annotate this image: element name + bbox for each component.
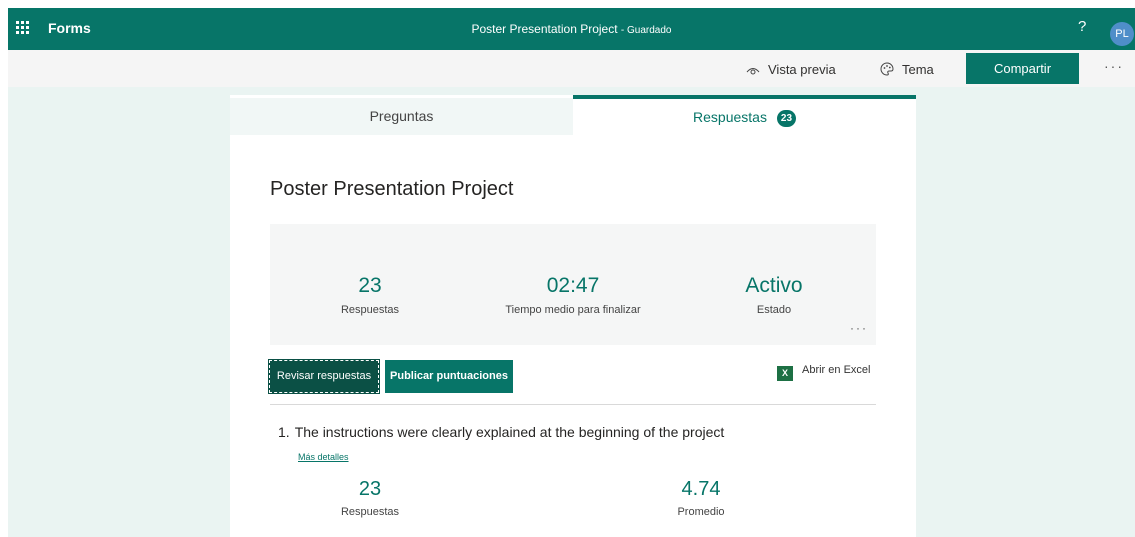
question-number: 1. [278,424,290,440]
question-title: 1. The instructions were clearly explaine… [278,424,724,440]
publish-scores-button[interactable]: Publicar puntuaciones [385,360,513,393]
form-title: Poster Presentation Project [270,178,514,200]
app-header: Forms Poster Presentation Project - Guar… [8,8,1135,50]
excel-icon: X [777,366,793,381]
question-responses-value: 23 [358,478,382,500]
stat-status-label: Estado [756,304,792,316]
question-responses-label: Respuestas [340,506,400,518]
tab-responses[interactable]: Respuestas 23 [573,95,916,135]
stat-responses: 23 Respuestas [320,274,420,316]
divider [270,404,876,405]
question-average-value: 4.74 [681,478,721,500]
avatar[interactable]: PL [1110,22,1134,46]
more-details-link[interactable]: Más detalles [298,452,349,462]
command-bar: Vista previa Tema Compartir ··· [8,50,1135,87]
summary-more-icon[interactable]: ··· [850,321,868,335]
stat-status: Activo Estado [724,274,824,316]
stat-status-value: Activo [745,274,803,297]
open-in-excel-button[interactable]: X Abrir en Excel [777,364,870,381]
summary-panel: 23 Respuestas 02:47 Tiempo medio para fi… [270,224,876,345]
stat-responses-value: 23 [358,274,382,297]
tab-questions[interactable]: Preguntas [230,98,573,135]
preview-label: Vista previa [768,62,836,77]
more-options-icon[interactable]: ··· [1104,58,1124,74]
question-average-label: Promedio [677,506,725,518]
palette-icon [880,62,894,76]
stat-average-time-label: Tiempo medio para finalizar [505,304,641,316]
question-text: The instructions were clearly explained … [294,424,725,440]
theme-button[interactable]: Tema [880,62,934,77]
document-title: Poster Presentation Project - Guardado [8,22,1135,36]
window-edge [0,0,8,537]
help-icon[interactable]: ? [1078,18,1086,35]
question-stat-average: 4.74 Promedio [651,478,751,518]
review-responses-button[interactable]: Revisar respuestas [268,359,380,394]
stat-responses-label: Respuestas [340,304,400,316]
tab-responses-label: Respuestas [693,109,767,125]
stat-average-time-value: 02:47 [546,274,600,297]
responses-count-badge: 23 [776,110,796,127]
save-status: - Guardado [620,25,672,36]
share-button[interactable]: Compartir [966,53,1079,84]
stat-average-time: 02:47 Tiempo medio para finalizar [483,274,663,316]
theme-label: Tema [902,62,934,77]
open-in-excel-label: Abrir en Excel [802,364,871,376]
preview-button[interactable]: Vista previa [746,62,836,77]
document-title-text[interactable]: Poster Presentation Project [471,22,617,36]
eye-icon [746,68,760,75]
question-stat-responses: 23 Respuestas [320,478,420,518]
